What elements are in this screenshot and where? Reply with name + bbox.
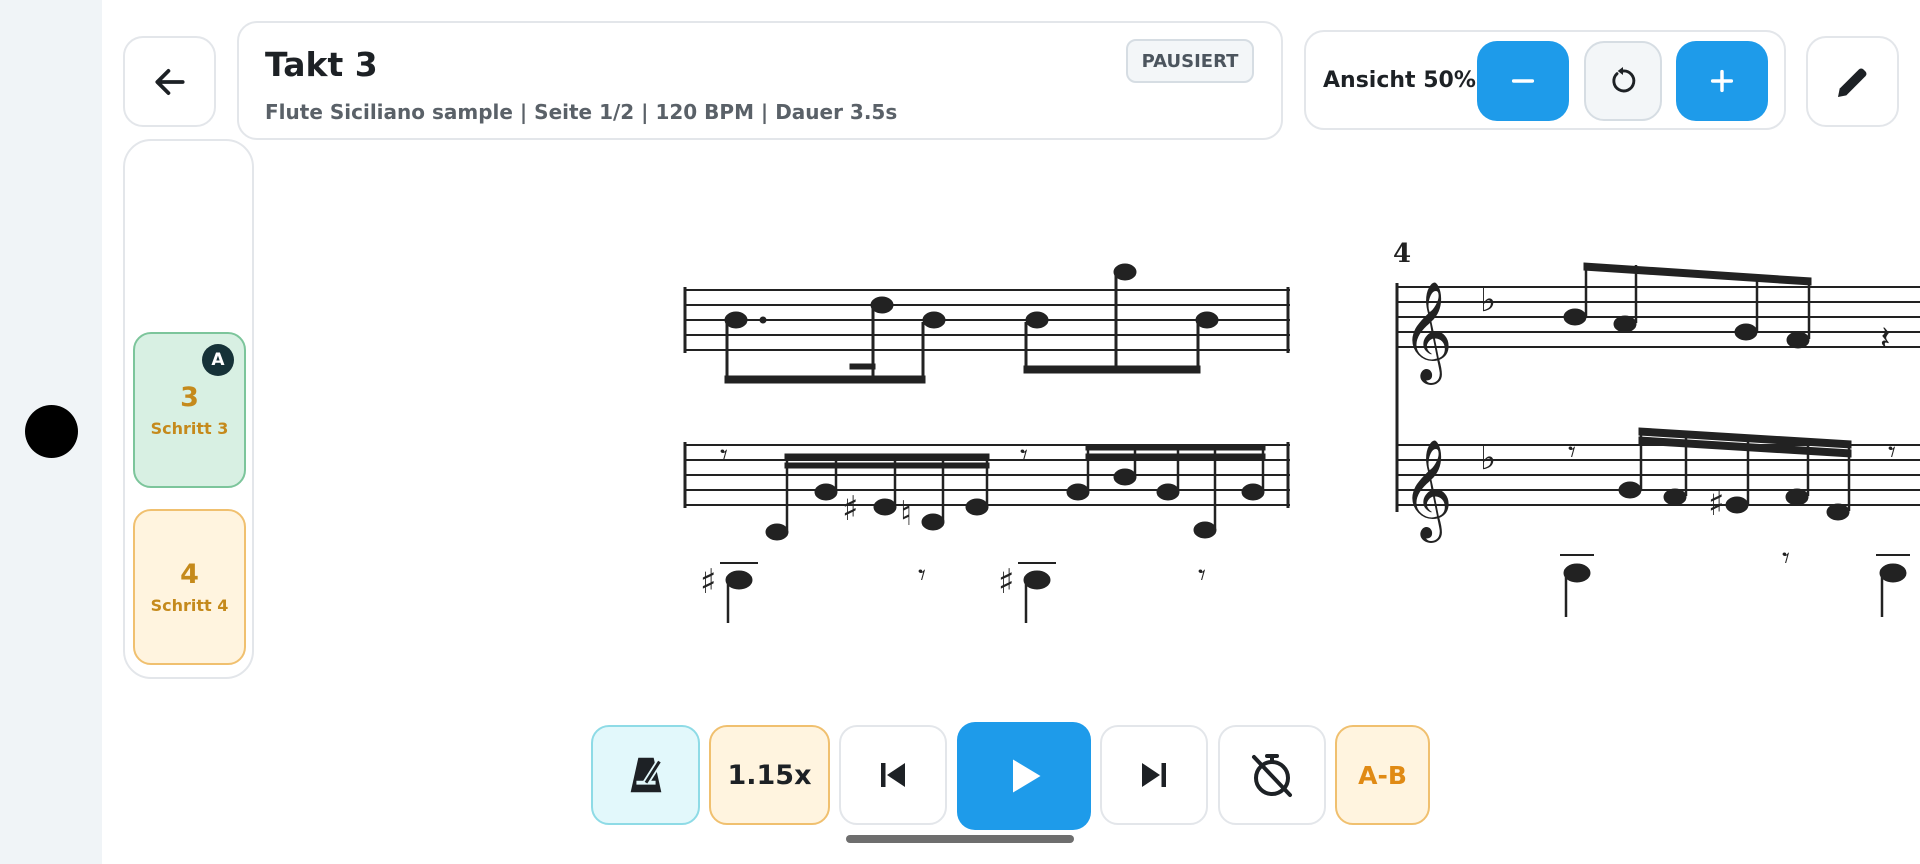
svg-text:𝄾: 𝄾 xyxy=(1198,558,1206,593)
edit-button[interactable] xyxy=(1806,36,1899,127)
svg-text:♯: ♯ xyxy=(700,562,716,602)
step-number: 4 xyxy=(180,559,199,590)
measure-3: ♯ ♯ ♯ ♮ 𝄾 𝄾 𝄾 𝄾 xyxy=(683,263,1290,623)
step-card-4[interactable]: 4 Schritt 4 xyxy=(133,509,246,665)
timer-off-icon xyxy=(1252,754,1292,797)
zoom-reset-button[interactable] xyxy=(1584,41,1662,121)
svg-text:𝄾: 𝄾 xyxy=(1020,438,1028,473)
sheet-music-score: ♯ ♯ ♯ ♮ 𝄾 𝄾 𝄾 𝄾 4 𝄞 𝄞 ♭ ♭ ♯ 𝄾 𝄾 𝄾𝄽 xyxy=(683,239,1920,623)
measure-number: 4 xyxy=(1393,239,1411,269)
svg-text:𝄽: 𝄽 xyxy=(1880,319,1890,359)
playback-speed-button[interactable]: 1.15x xyxy=(709,725,830,825)
zoom-out-button[interactable] xyxy=(1477,41,1569,121)
svg-text:𝄾: 𝄾 xyxy=(1568,435,1576,470)
previous-button[interactable] xyxy=(839,725,947,825)
minus-icon xyxy=(1511,79,1535,83)
accompaniment-notes xyxy=(725,468,1265,590)
piece-details: Flute Siciliano sample | Seite 1/2 | 120… xyxy=(265,100,898,124)
ab-loop-button[interactable]: A-B xyxy=(1335,725,1430,825)
step-label: Schritt 3 xyxy=(150,419,229,438)
svg-text:♯: ♯ xyxy=(998,562,1014,602)
step-number: 3 xyxy=(180,382,199,413)
metronome-icon xyxy=(630,757,662,793)
treble-clef-icon: 𝄞 xyxy=(1402,439,1453,543)
metronome-button[interactable] xyxy=(591,725,700,825)
reset-icon xyxy=(1612,67,1636,93)
step-card-3[interactable]: A 3 Schritt 3 xyxy=(133,332,246,488)
svg-text:𝄾: 𝄾 xyxy=(1888,435,1896,470)
plus-icon xyxy=(1710,69,1734,93)
skip-previous-icon xyxy=(881,763,905,787)
ab-loop-label: A-B xyxy=(1358,760,1407,790)
pencil-icon xyxy=(1837,68,1866,97)
skip-next-icon xyxy=(1142,763,1166,787)
zoom-in-button[interactable] xyxy=(1676,41,1768,121)
page-title: Takt 3 xyxy=(265,45,378,84)
svg-text:♯: ♯ xyxy=(1708,484,1724,524)
svg-text:𝄾: 𝄾 xyxy=(720,438,728,473)
svg-text:♮: ♮ xyxy=(900,494,912,534)
arrow-left-icon xyxy=(154,68,185,95)
svg-text:𝄾: 𝄾 xyxy=(1782,541,1790,576)
svg-text:♭: ♭ xyxy=(1480,438,1496,478)
melody-notes xyxy=(724,263,1219,329)
measure-info-card: Takt 3 Flute Siciliano sample | Seite 1/… xyxy=(237,21,1283,140)
measure-4: 4 𝄞 𝄞 ♭ ♭ ♯ 𝄾 𝄾 𝄾𝄽 xyxy=(1393,239,1920,617)
play-button[interactable] xyxy=(957,722,1091,830)
play-icon xyxy=(1013,759,1041,793)
svg-text:𝄾: 𝄾 xyxy=(918,558,926,593)
status-badge: PAUSIERT xyxy=(1126,39,1254,83)
loop-marker-a-badge: A xyxy=(202,344,234,376)
playback-speed-label: 1.15x xyxy=(727,759,812,791)
zoom-level-label: Ansicht 50% xyxy=(1323,68,1476,93)
svg-text:♯: ♯ xyxy=(842,489,858,529)
rail-indicator-dot xyxy=(25,405,78,458)
home-indicator[interactable] xyxy=(846,835,1074,843)
timer-off-button[interactable] xyxy=(1218,725,1326,825)
back-button[interactable] xyxy=(123,36,216,127)
next-button[interactable] xyxy=(1100,725,1208,825)
svg-text:♭: ♭ xyxy=(1480,280,1496,320)
step-list: A 3 Schritt 3 4 Schritt 4 xyxy=(123,139,254,679)
treble-clef-icon: 𝄞 xyxy=(1402,281,1453,385)
zoom-controls: Ansicht 50% xyxy=(1304,30,1786,130)
step-label: Schritt 4 xyxy=(150,596,229,615)
